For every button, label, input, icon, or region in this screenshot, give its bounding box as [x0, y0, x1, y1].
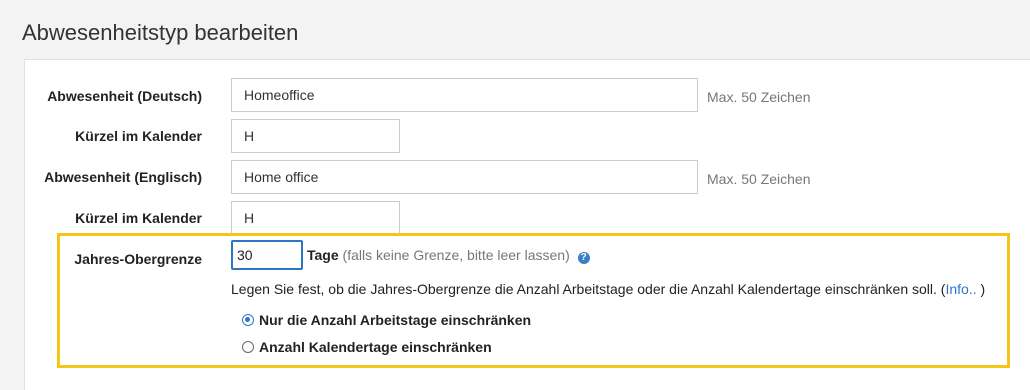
short-de-label: Kürzel im Kalender	[75, 128, 202, 144]
yearly-limit-unit-row: Tage (falls keine Grenze, bitte leer las…	[307, 247, 590, 264]
radio-workdays-indicator[interactable]	[242, 314, 254, 326]
radio-calendardays-label: Anzahl Kalendertage einschränken	[259, 339, 492, 355]
yearly-limit-input[interactable]	[231, 240, 303, 270]
radio-calendardays[interactable]: Anzahl Kalendertage einschränken	[242, 339, 492, 355]
page-title: Abwesenheitstyp bearbeiten	[22, 20, 299, 45]
description-text: Legen Sie fest, ob die Jahres-Obergrenze…	[231, 281, 937, 297]
yearly-limit-description: Legen Sie fest, ob die Jahres-Obergrenze…	[231, 281, 985, 297]
yearly-limit-label: Jahres-Obergrenze	[74, 251, 202, 267]
short-de-input[interactable]	[231, 119, 400, 153]
radio-workdays-label: Nur die Anzahl Arbeitstage einschränken	[259, 312, 532, 328]
absence-en-label: Abwesenheit (Englisch)	[44, 169, 202, 185]
days-note: (falls keine Grenze, bitte leer lassen)	[342, 247, 570, 263]
short-en-input[interactable]	[231, 201, 400, 235]
absence-de-input[interactable]	[231, 78, 698, 112]
absence-de-hint: Max. 50 Zeichen	[707, 89, 811, 105]
absence-en-hint: Max. 50 Zeichen	[707, 171, 811, 187]
absence-de-label: Abwesenheit (Deutsch)	[47, 88, 202, 104]
radio-calendardays-indicator[interactable]	[242, 341, 254, 353]
question-circle-icon[interactable]: ?	[577, 252, 590, 264]
radio-workdays[interactable]: Nur die Anzahl Arbeitstage einschränken	[242, 312, 531, 328]
days-unit: Tage	[307, 247, 339, 263]
absence-en-input[interactable]	[231, 160, 698, 194]
info-close-paren: )	[976, 281, 986, 297]
info-link[interactable]: Info..	[945, 281, 976, 297]
short-en-label: Kürzel im Kalender	[75, 210, 202, 226]
